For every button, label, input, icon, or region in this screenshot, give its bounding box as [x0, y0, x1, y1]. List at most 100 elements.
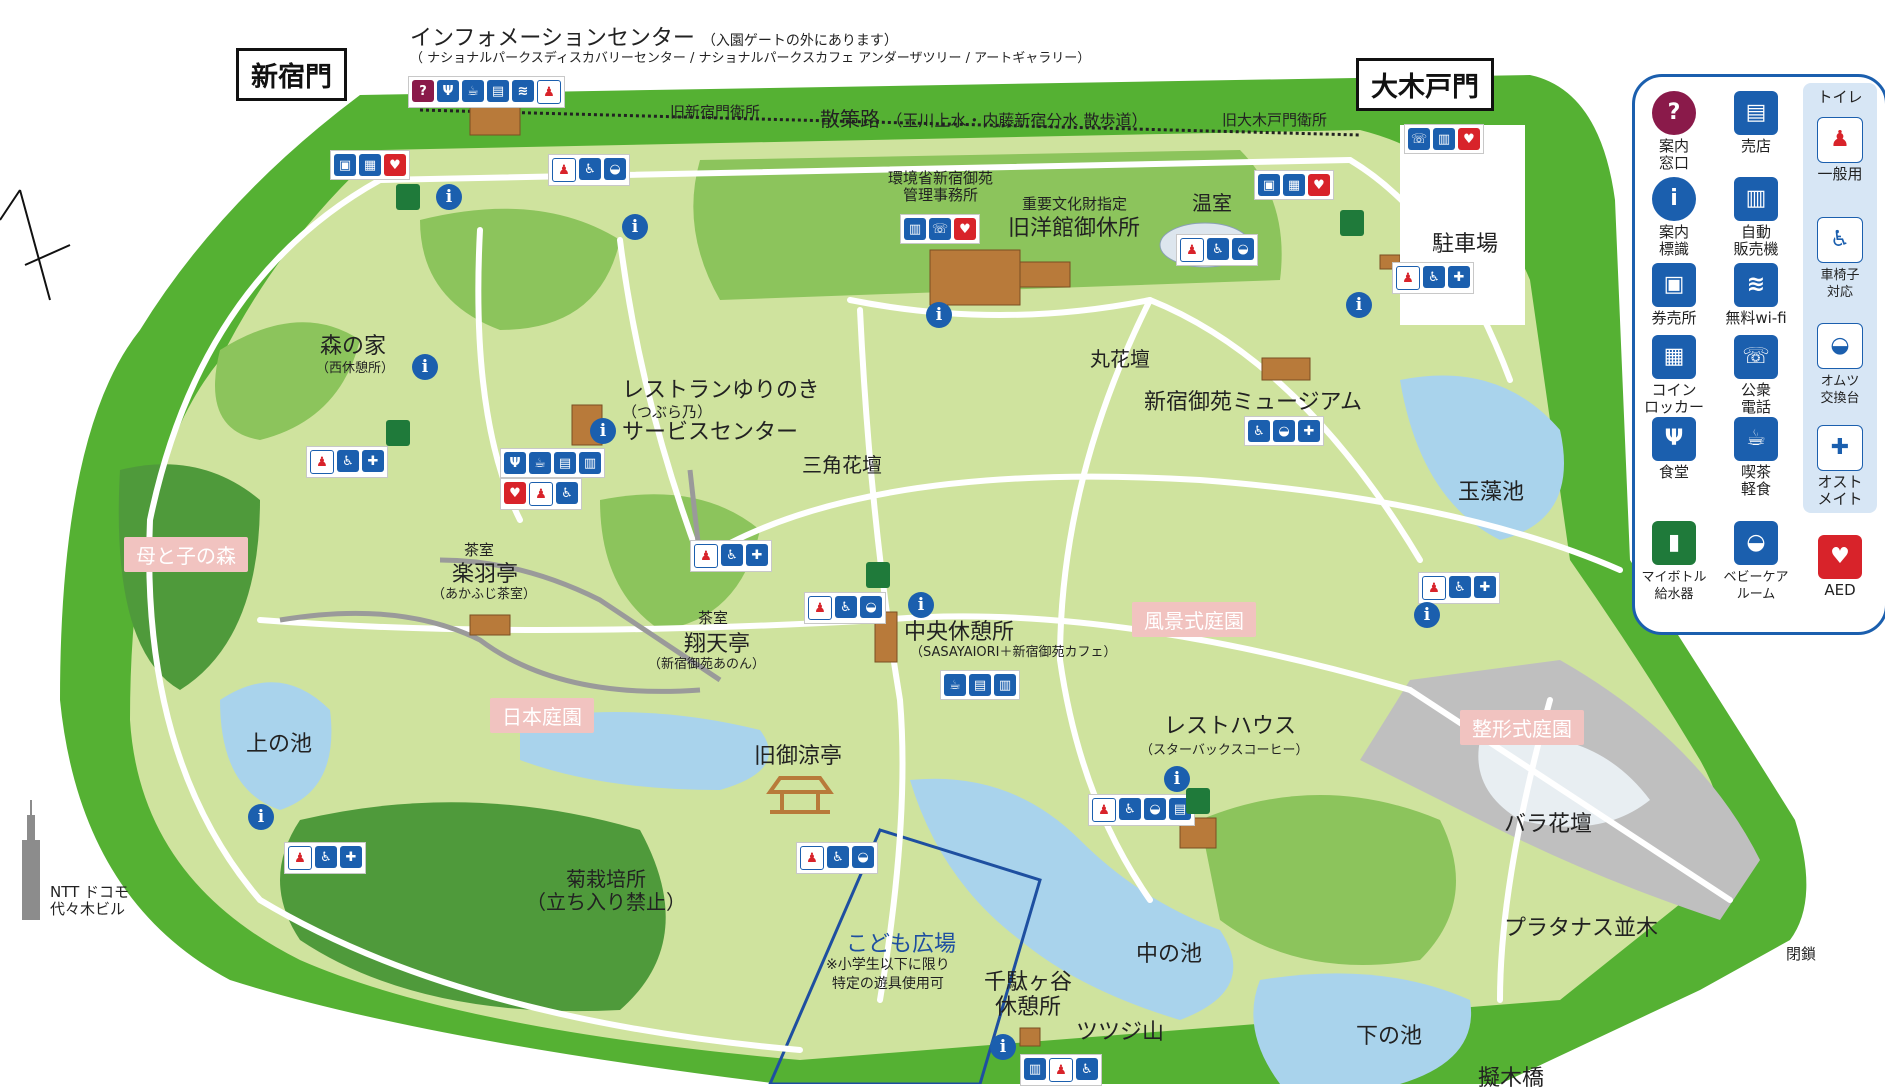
- ostomate-icon: ✚: [1448, 266, 1470, 288]
- sendagaya-rest-label: 千駄ヶ谷 休憩所: [984, 970, 1073, 1021]
- ntt-building-silhouette: [22, 800, 40, 920]
- rest-house-label: レストハウス: [1164, 714, 1297, 739]
- info-center-title: インフォメーションセンター （入園ゲートの外にあります）: [410, 26, 898, 51]
- legend-label: AED: [1824, 581, 1856, 599]
- locker-icon: ▦: [1652, 335, 1696, 379]
- toilet-icon: ♟: [808, 596, 832, 620]
- rose-bed-label: バラ花壇: [1504, 812, 1593, 837]
- restaurant-label: レストランゆりのき: [622, 378, 820, 403]
- facility-icons-gate-toilet: ♟ ♿ ◒: [548, 154, 630, 186]
- map-legend: ? 案内 窓口 ▤ 売店 i 案内 標識 ▥ 自動 販売機 ▣ 券売所 ≋ 無料…: [1632, 74, 1885, 635]
- toilet-icon: ♟: [1092, 798, 1116, 822]
- info-icon: i: [1652, 177, 1696, 221]
- legend-label: 喫茶 軽食: [1740, 463, 1771, 498]
- toilet-icon: ♟: [537, 80, 561, 104]
- ostomate-icon: ✚: [746, 544, 768, 566]
- wheelchair-icon: ♿: [579, 158, 601, 180]
- diaper-icon: ◒: [604, 158, 626, 180]
- facility-icons-east-toilet: ♟ ♿ ✚: [1418, 572, 1500, 604]
- facility-icons-okido: ▣ ▦ ♥: [1254, 170, 1334, 200]
- facility-icons-service-center: ♥ ♟ ♿: [500, 478, 582, 510]
- service-center-label: サービスセンター: [622, 420, 799, 445]
- wifi-icon: ≋: [1734, 263, 1778, 307]
- info-icon: i: [908, 592, 934, 618]
- facility-icons-parking: ☏ ▥ ♥: [1404, 124, 1484, 154]
- mori-no-ie-note: （西休憩所）: [316, 361, 395, 376]
- legend-bottle: ▮ マイボトル 給水器: [1637, 521, 1711, 603]
- ostomate-icon: ✚: [362, 450, 384, 472]
- facility-icons-japanese-garden: ♟ ♿ ✚: [690, 540, 772, 572]
- facility-icons-management: ▥ ☏ ♥: [900, 214, 980, 244]
- maru-flowerbed-label: 丸花壇: [1090, 347, 1150, 371]
- wheelchair-icon: ♿: [337, 450, 359, 472]
- toilet-icon: ♟: [1817, 117, 1863, 163]
- toilet-icon: ♟: [310, 450, 334, 474]
- toilet-icon: ♟: [694, 544, 718, 568]
- vending-icon: ▥: [994, 674, 1016, 696]
- ticket-icon: ▣: [1258, 174, 1280, 196]
- aed-icon: ♥: [384, 154, 406, 176]
- toilet-icon: ♟: [1180, 238, 1204, 262]
- ostomate-icon: ✚: [1817, 425, 1863, 471]
- wheelchair-icon: ♿: [1423, 266, 1445, 288]
- vending-icon: ▥: [1734, 177, 1778, 221]
- shop-icon: ▤: [487, 80, 509, 102]
- restaurant-icon: Ψ: [504, 452, 526, 474]
- legend-baby-care: ◒ ベビーケア ルーム: [1719, 521, 1793, 603]
- legend-label: コイン ロッカー: [1643, 381, 1704, 416]
- info-center-subtitle: （ ナショナルパークスディスカバリーセンター / ナショナルパークスカフェ アン…: [410, 51, 1091, 66]
- facility-icons-west-toilet: ♟ ♿ ✚: [284, 842, 366, 874]
- facility-icons-central-toilet: ♟ ♿ ◒: [804, 592, 886, 624]
- kids-plaza-note: ※小学生以下に限り 特定の遊具使用可: [826, 957, 950, 992]
- restaurant-note: （つぶら乃）: [622, 403, 713, 421]
- facility-icons-restaurant: Ψ ☕ ▤ ▥: [500, 448, 605, 478]
- closed-label: 閉鎖: [1786, 945, 1817, 963]
- bottle-icon: ▮: [1652, 521, 1696, 565]
- shop-icon: ▤: [554, 452, 576, 474]
- legend-label: 券売所: [1651, 309, 1697, 327]
- legend-shop: ▤ 売店: [1719, 91, 1793, 155]
- legend-aed: ♥ AED: [1803, 535, 1877, 599]
- toilet-icon: ♟: [552, 158, 576, 182]
- tsutsuji-hill-label: ツツジ山: [1076, 1020, 1165, 1045]
- toilet-icon: ♟: [1422, 576, 1446, 600]
- cafe-icon: ☕: [1734, 417, 1778, 461]
- legend-info: i 案内 標識: [1637, 177, 1711, 257]
- info-icon: i: [926, 302, 952, 328]
- locker-icon: ▦: [359, 154, 381, 176]
- museum-label: 新宿御苑ミュージアム: [1144, 390, 1363, 415]
- shop-icon: ▤: [1734, 91, 1778, 135]
- toilet-icon: ♟: [1396, 266, 1420, 290]
- bottle-icon: [386, 420, 410, 446]
- info-icon: i: [1414, 602, 1440, 628]
- wheelchair-icon: ♿: [1817, 217, 1863, 263]
- wheelchair-icon: ♿: [835, 596, 857, 618]
- facility-icons-rest-house: ♟ ♿ ◒ ▤: [1088, 794, 1195, 826]
- shotentei-label: 翔天亭: [684, 632, 751, 657]
- wheelchair-icon: ♿: [315, 846, 337, 868]
- info-icon: i: [990, 1034, 1016, 1060]
- aed-icon: ♥: [504, 482, 526, 504]
- locker-icon: ▦: [1283, 174, 1305, 196]
- diaper-icon: ◒: [1817, 323, 1863, 369]
- facility-icons-museum: ♿ ◒ ✚: [1244, 416, 1324, 446]
- bridge-label: 擬木橋: [1478, 1066, 1545, 1091]
- ostomate-icon: ✚: [1298, 420, 1320, 442]
- legend-label: マイボトル 給水器: [1641, 570, 1707, 603]
- info-icon: i: [1346, 292, 1372, 318]
- wheelchair-icon: ♿: [556, 482, 578, 504]
- central-rest-note: （SASAYAIORI＋新宿御苑カフェ）: [910, 645, 1117, 660]
- gyokuso-pond-label: 玉藻池: [1458, 480, 1525, 505]
- central-rest-label: 中央休憩所: [904, 620, 1015, 645]
- diaper-icon: ◒: [1232, 238, 1254, 260]
- wifi-icon: ≋: [512, 80, 534, 102]
- aed-icon: ♥: [1458, 128, 1480, 150]
- restaurant-icon: Ψ: [1652, 417, 1696, 461]
- vending-icon: ▥: [1433, 128, 1455, 150]
- north-arrow: [0, 189, 71, 301]
- facility-icons-parking-toilet: ♟ ♿ ✚: [1392, 262, 1474, 294]
- management-office-label: 環境省新宿御苑 管理事務所: [888, 169, 994, 205]
- diaper-icon: ◒: [852, 846, 874, 868]
- formal-garden-zone: 整形式庭園: [1460, 710, 1584, 745]
- ntt-building-label: NTT ドコモ 代々木ビル: [50, 883, 130, 919]
